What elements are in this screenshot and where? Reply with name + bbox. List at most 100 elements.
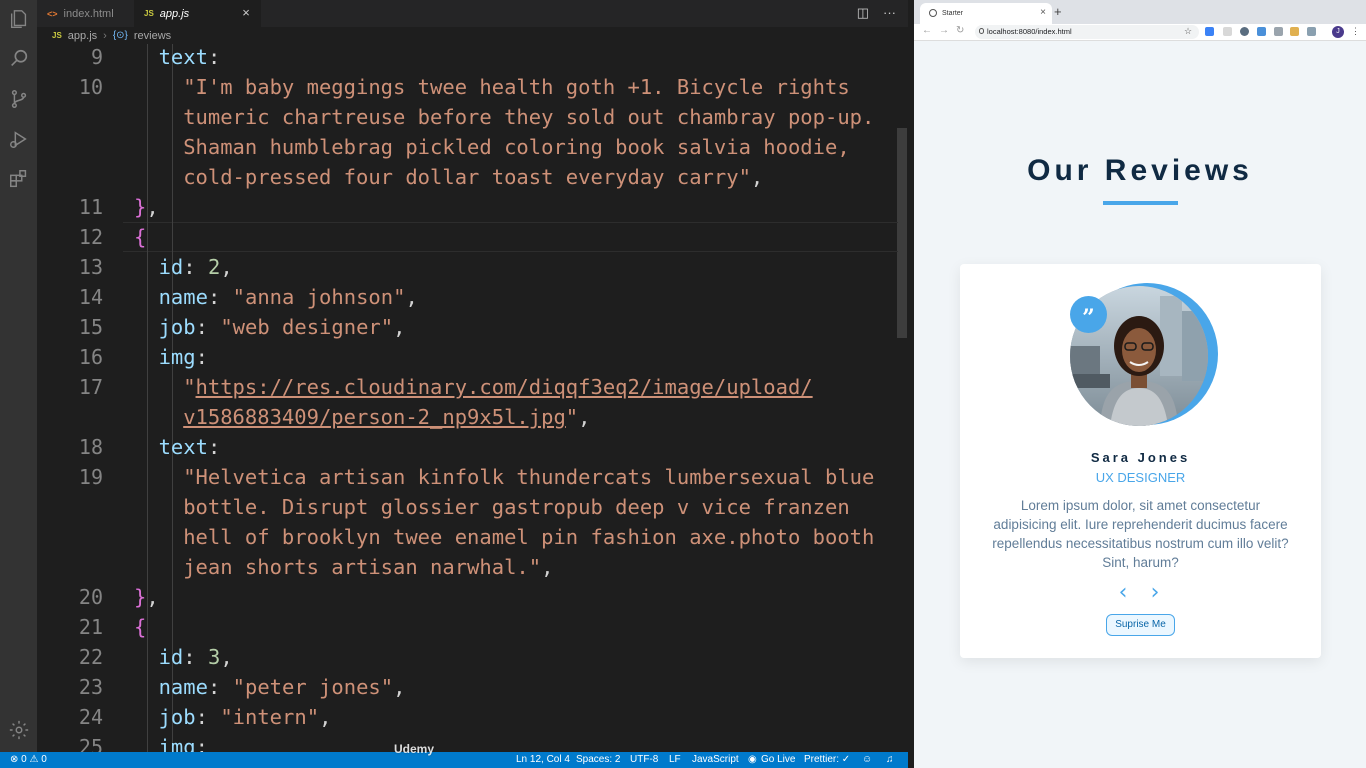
more-actions-icon[interactable]: ··· xyxy=(883,5,896,21)
extension-icon[interactable] xyxy=(1307,27,1316,36)
code-line[interactable]: job: "intern", xyxy=(159,702,332,732)
line-number: 10 xyxy=(78,75,103,99)
error-icon: ⊗ xyxy=(10,754,19,765)
code-line[interactable]: Shaman humblebrag pickled coloring book … xyxy=(183,132,849,162)
code-line[interactable]: "Helvetica artisan kinfolk thundercats l… xyxy=(183,462,874,492)
indentation[interactable]: Spaces: 2 xyxy=(576,754,620,765)
next-button[interactable]: › xyxy=(1144,582,1166,606)
line-number: 20 xyxy=(78,585,103,609)
line-number: 14 xyxy=(78,285,103,309)
prev-button[interactable]: ‹ xyxy=(1112,582,1134,606)
code-line[interactable]: { xyxy=(134,612,146,642)
breadcrumb-symbol[interactable]: reviews xyxy=(134,30,171,42)
editor-scrollbar[interactable] xyxy=(894,44,908,752)
code-line[interactable]: job: "web designer", xyxy=(159,312,406,342)
code-line[interactable]: "I'm baby meggings twee health goth +1. … xyxy=(183,72,849,102)
source-control-icon[interactable] xyxy=(6,86,31,111)
warning-count: 0 xyxy=(41,754,47,765)
settings-gear-icon[interactable] xyxy=(6,717,31,742)
line-number: 18 xyxy=(78,435,103,459)
broadcast-icon: ◉ xyxy=(748,754,757,765)
code-line[interactable]: jean shorts artisan narwhal.", xyxy=(183,552,553,582)
extension-icon[interactable] xyxy=(1274,27,1283,36)
line-number: 25 xyxy=(78,735,103,752)
current-line-highlight xyxy=(123,222,898,252)
line-number: 19 xyxy=(78,465,103,489)
close-icon[interactable]: × xyxy=(1040,7,1046,18)
code-line[interactable]: }, xyxy=(134,582,159,612)
editor-tabs: <> index.html JS app.js × ◫ ··· xyxy=(37,0,908,27)
code-line[interactable]: id: 2, xyxy=(159,252,233,282)
globe-icon xyxy=(929,9,937,17)
line-number: 15 xyxy=(78,315,103,339)
prettier-status[interactable]: Prettier: ✓ xyxy=(804,754,850,765)
code-line[interactable]: cold-pressed four dollar toast everyday … xyxy=(183,162,763,192)
run-debug-icon[interactable] xyxy=(6,126,31,151)
bookmark-star-icon[interactable]: ☆ xyxy=(1184,26,1192,37)
tab-label: index.html xyxy=(63,7,114,20)
extensions-icon[interactable] xyxy=(6,166,31,191)
code-line[interactable]: tumeric chartreuse before they sold out … xyxy=(183,102,874,132)
encoding[interactable]: UTF-8 xyxy=(630,754,658,765)
forward-icon[interactable]: → xyxy=(939,25,949,36)
extension-icon[interactable] xyxy=(1240,27,1249,36)
code-line[interactable]: id: 3, xyxy=(159,642,233,672)
code-line[interactable]: text: xyxy=(159,432,221,462)
code-editor[interactable]: 9 text: 10 "I'm baby meggings twee health g… xyxy=(37,44,908,752)
back-icon[interactable]: ← xyxy=(922,25,932,36)
new-tab-icon[interactable]: + xyxy=(1054,4,1062,19)
profile-avatar[interactable]: J xyxy=(1332,26,1344,38)
udemy-watermark: Udemy xyxy=(394,742,435,756)
code-line[interactable]: bottle. Disrupt glossier gastropub deep … xyxy=(183,492,849,522)
code-line[interactable]: name: "peter jones", xyxy=(159,672,406,702)
title-underline xyxy=(1103,201,1178,205)
code-line[interactable]: hell of brooklyn twee enamel pin fashion… xyxy=(183,522,874,552)
explorer-icon[interactable] xyxy=(6,6,31,31)
extension-icon[interactable] xyxy=(1290,27,1299,36)
line-number: 16 xyxy=(78,345,103,369)
scrollbar-thumb[interactable] xyxy=(897,128,907,338)
indent-guide xyxy=(147,44,148,752)
breadcrumb-file[interactable]: app.js xyxy=(68,30,97,42)
quote-icon: ” xyxy=(1070,296,1107,333)
reload-icon[interactable]: ↻ xyxy=(956,25,964,36)
close-icon[interactable]: × xyxy=(239,6,253,20)
browser-menu-icon[interactable]: ⋮ xyxy=(1351,26,1360,37)
code-line[interactable]: v1586883409/person-2_np9x5l.jpg", xyxy=(183,402,590,432)
split-editor-icon[interactable]: ◫ xyxy=(857,5,869,21)
code-line[interactable]: img: xyxy=(159,732,208,752)
extension-icon[interactable] xyxy=(1223,27,1232,36)
tab-app-js[interactable]: JS app.js × xyxy=(134,0,261,27)
address-bar[interactable]: localhost:8080/index.html xyxy=(975,25,1199,39)
breadcrumb: JS app.js › {⊙} reviews xyxy=(37,27,908,44)
code-line[interactable]: }, xyxy=(134,192,159,222)
review-card: ” Sara Jones UX DESIGNER Lorem ipsum dol… xyxy=(960,264,1321,658)
search-icon[interactable] xyxy=(6,46,31,71)
language-mode[interactable]: JavaScript xyxy=(692,754,739,765)
info-icon xyxy=(979,28,984,34)
go-live-button[interactable]: Go Live xyxy=(761,754,795,765)
feedback-icon[interactable]: ☺ xyxy=(862,754,872,765)
problems-indicator[interactable]: ⊗ 0 ⚠ 0 xyxy=(10,754,47,765)
code-line[interactable]: text: xyxy=(159,44,221,72)
code-line[interactable]: "https://res.cloudinary.com/diqqf3eq2/im… xyxy=(183,372,812,402)
code-line[interactable]: { xyxy=(134,222,146,252)
author-name: Sara Jones xyxy=(1090,450,1191,465)
surprise-button[interactable]: Suprise Me xyxy=(1106,614,1175,636)
warning-icon: ⚠ xyxy=(29,754,39,765)
tab-label: app.js xyxy=(159,7,190,20)
line-number: 13 xyxy=(78,255,103,279)
code-line[interactable]: name: "anna johnson", xyxy=(159,282,418,312)
end-of-line[interactable]: LF xyxy=(669,754,681,765)
error-count: 0 xyxy=(21,754,27,765)
code-line[interactable]: img: xyxy=(159,342,208,372)
object-symbol-icon: {⊙} xyxy=(112,30,128,41)
line-number: 21 xyxy=(78,615,103,639)
cursor-position[interactable]: Ln 12, Col 4 xyxy=(516,754,570,765)
extension-icon[interactable] xyxy=(1257,27,1266,36)
extension-icon[interactable] xyxy=(1205,27,1214,36)
browser-tab[interactable]: Starter × xyxy=(920,3,1052,24)
bell-icon[interactable]: ♫ xyxy=(886,754,894,765)
browser-tab-bar: Starter × + xyxy=(914,0,1366,24)
tab-index-html[interactable]: <> index.html xyxy=(37,0,134,27)
